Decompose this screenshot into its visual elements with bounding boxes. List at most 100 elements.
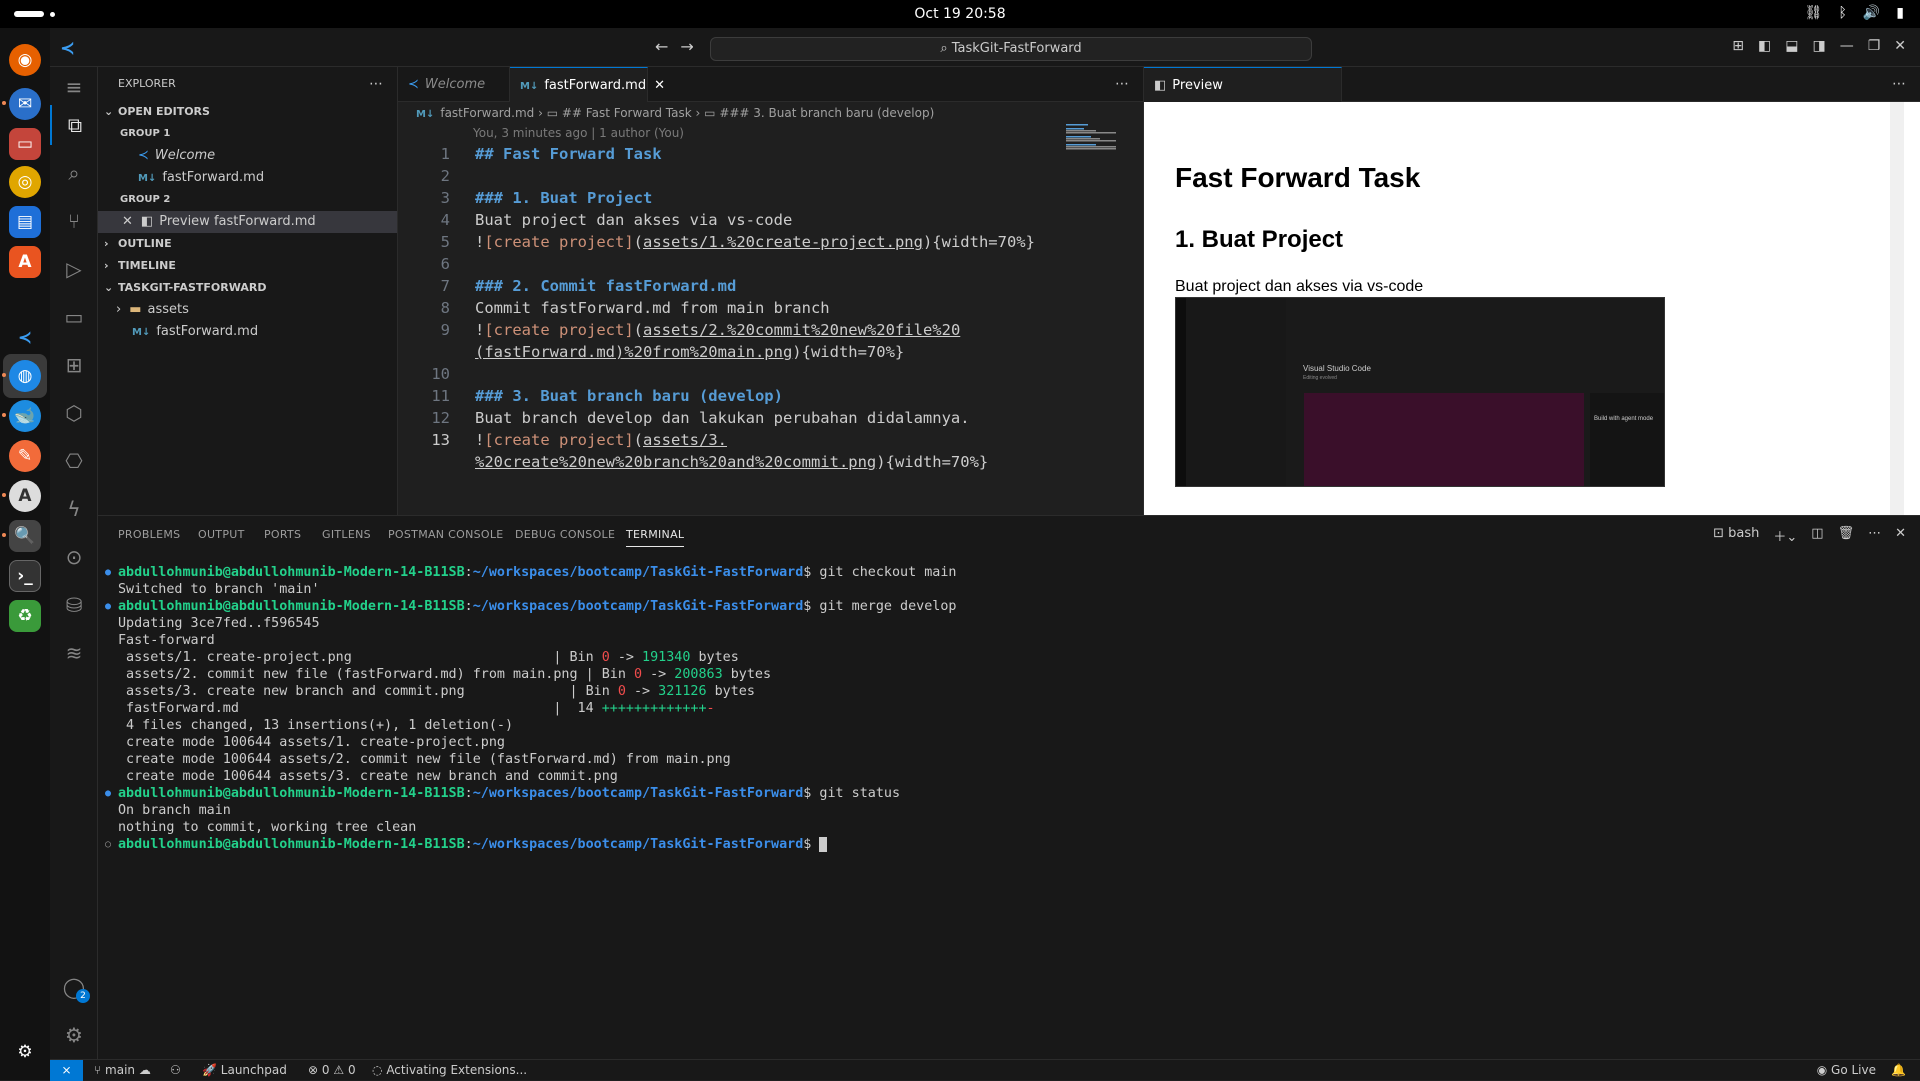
trash-icon[interactable]: ♻ [9,600,41,632]
command-decoration-icon[interactable]: ○ [105,836,111,853]
postman-icon[interactable]: ✎ [9,440,41,472]
show-apps-icon[interactable]: ⚙ [9,1036,41,1068]
preview-scrollbar[interactable] [1890,102,1904,515]
launchpad-status[interactable]: 🚀 Launchpad [202,1063,287,1077]
tab-debug-console[interactable]: DEBUG CONSOLE [515,528,615,541]
breadcrumb-subheading[interactable]: ### 3. Buat branch baru (develop) [719,106,934,120]
extensions-icon[interactable]: ⊞ [50,345,98,385]
split-terminal-icon[interactable]: ◫ [1811,526,1823,545]
more-actions-icon[interactable]: ⋯ [1892,76,1906,92]
notifications-bell-icon[interactable]: 🔔 [1891,1063,1906,1077]
code-line[interactable]: 9 ![create project](assets/2.%20commit%20… [398,319,1143,341]
settings-gear-icon[interactable]: ⚙ [50,1015,98,1055]
close-icon[interactable]: ✕ [654,78,665,93]
writer-icon[interactable]: ▤ [9,206,41,238]
timeline-section[interactable]: › TIMELINE [98,255,397,277]
tab-output[interactable]: OUTPUT [198,528,245,541]
search-tool-icon[interactable]: 🔍 [2,520,41,552]
tab-fastforward[interactable]: M↓ fastForward.md ✕ [510,67,665,102]
tab-postman-console[interactable]: POSTMAN CONSOLE [388,528,504,541]
minimize-icon[interactable]: — [1840,38,1854,54]
accounts-icon[interactable]: ◯ 2 [50,967,98,1007]
close-icon[interactable]: ✕ [122,214,133,229]
command-decoration-icon[interactable]: ● [105,785,111,802]
code-line[interactable]: 5 ![create project](assets/1.%20create-pr… [398,231,1143,253]
postman-ext-icon[interactable]: ⎔ [50,441,98,481]
code-line[interactable]: 11 ### 3. Buat branch baru (develop) [398,385,1143,407]
breadcrumb-file[interactable]: fastForward.md [440,106,534,120]
software-updater-icon[interactable]: A [2,480,41,512]
battery-icon[interactable]: ▮ [1896,5,1904,21]
gitlens-inspect-icon[interactable]: ⊙ [50,537,98,577]
breadcrumb-heading[interactable]: ## Fast Forward Task [562,106,692,120]
code-line[interactable]: 8 Commit fastForward.md from main branch [398,297,1143,319]
minimap[interactable] [1066,124,1126,164]
problems-status[interactable]: ⊗ 0 ⚠ 0 [308,1063,356,1077]
code-line[interactable]: 10 [398,363,1143,385]
new-terminal-icon[interactable]: ＋⌄ [1773,526,1797,545]
terminal-shell[interactable]: ⊡ bash [1713,526,1759,545]
customize-layout-icon[interactable]: ⊞ [1732,38,1744,54]
code-line[interactable]: %20create%20new%20branch%20and%20commit.… [398,451,1143,473]
git-blame-lens[interactable]: You, 3 minutes ago | 1 author (You) [398,124,1143,142]
group2-label[interactable]: GROUP 2 [98,189,397,211]
code-line[interactable]: 6 [398,253,1143,275]
gitlens-status-icon[interactable]: ⚇ [170,1063,181,1077]
folder-assets[interactable]: › ▬ assets [98,299,397,321]
network-icon[interactable]: ⛓ [1805,5,1823,21]
rhythmbox-icon[interactable]: ◎ [9,166,41,198]
toggle-panel-icon[interactable]: ⬓ [1785,38,1798,54]
project-section[interactable]: ⌄ TASKGIT-FASTFORWARD [98,277,397,299]
vscode-icon[interactable]: ≺ [9,322,41,354]
terminal-output[interactable]: ● abdullohmunib@abdullohmunib-Modern-14-B… [98,564,1918,853]
app-center-icon[interactable]: A [9,246,41,278]
file-fastforward[interactable]: M↓ fastForward.md [98,321,397,343]
layers-icon[interactable]: ≋ [50,633,98,673]
explorer-icon[interactable]: ⧉ [50,105,98,145]
go-live-button[interactable]: ◉ Go Live [1817,1063,1876,1077]
more-actions-icon[interactable]: ⋯ [1868,526,1881,545]
command-decoration-icon[interactable]: ● [105,564,111,581]
group1-label[interactable]: GROUP 1 [98,123,397,145]
bluetooth-icon[interactable]: ᛒ [1838,5,1846,21]
branch-status[interactable]: ⑂ main ☁ [94,1063,151,1077]
open-editor-preview[interactable]: ✕ ◧ Preview fastForward.md [98,211,397,233]
more-actions-icon[interactable]: ⋯ [369,67,383,101]
outline-section[interactable]: › OUTLINE [98,233,397,255]
source-control-icon[interactable]: ⑂ [50,201,98,241]
maximize-icon[interactable]: ❐ [1868,38,1881,54]
tab-terminal[interactable]: TERMINAL [626,528,685,547]
docker-icon[interactable]: 🐋 [2,400,41,432]
toggle-sidebar-icon[interactable]: ◧ [1758,38,1771,54]
markdown-preview[interactable]: Fast Forward Task 1. Buat Project Buat p… [1144,102,1904,515]
code-line[interactable]: 12 Buat branch develop dan lakukan peruba… [398,407,1143,429]
remote-indicator-icon[interactable]: ⨯ [50,1060,83,1081]
tab-preview[interactable]: ◧Preview fastForward.md✕ [1144,67,1342,128]
code-line[interactable]: 4 Buat project dan akses via vs-code [398,209,1143,231]
command-decoration-icon[interactable]: ● [105,598,111,615]
code-line[interactable]: (fastForward.md)%20from%20main.png){widt… [398,341,1143,363]
open-editors-section[interactable]: ⌄ OPEN EDITORS [98,101,397,123]
system-tray[interactable]: ⛓ ᛒ 🔊 ▮ [1805,5,1904,21]
open-editor-fastforward[interactable]: M↓ fastForward.md [98,167,397,189]
layout-controls[interactable]: ⊞ ◧ ⬓ ◨ — ❐ ✕ [1732,38,1906,54]
code-area[interactable]: 1 ## Fast Forward Task 2 3 ### 1. Buat Proje… [398,143,1143,473]
nav-arrows[interactable]: ←→ [655,37,706,56]
code-line[interactable]: 13 ![create project](assets/3. [398,429,1143,451]
command-center-search[interactable]: ⌕ TaskGit-FastForward [710,37,1312,61]
run-debug-icon[interactable]: ▷ [50,249,98,289]
code-line[interactable]: 2 [398,165,1143,187]
menu-icon[interactable]: ≡ [50,67,98,107]
search-icon[interactable]: ⌕ [50,153,98,193]
volume-icon[interactable]: 🔊 [1863,5,1880,21]
toggle-secondary-sidebar-icon[interactable]: ◨ [1812,38,1825,54]
chromium-icon[interactable]: ◍ [2,360,41,392]
kill-terminal-icon[interactable]: 🗑 [1838,526,1855,545]
tab-gitlens[interactable]: GITLENS [322,528,371,541]
files-icon[interactable]: ▭ [9,128,41,160]
tab-problems[interactable]: PROBLEMS [118,528,180,541]
remote-explorer-icon[interactable]: ▭ [50,297,98,337]
tab-ports[interactable]: PORTS [264,528,301,541]
close-window-icon[interactable]: ✕ [1894,38,1906,54]
terminal-icon[interactable]: ›_ [9,560,41,592]
